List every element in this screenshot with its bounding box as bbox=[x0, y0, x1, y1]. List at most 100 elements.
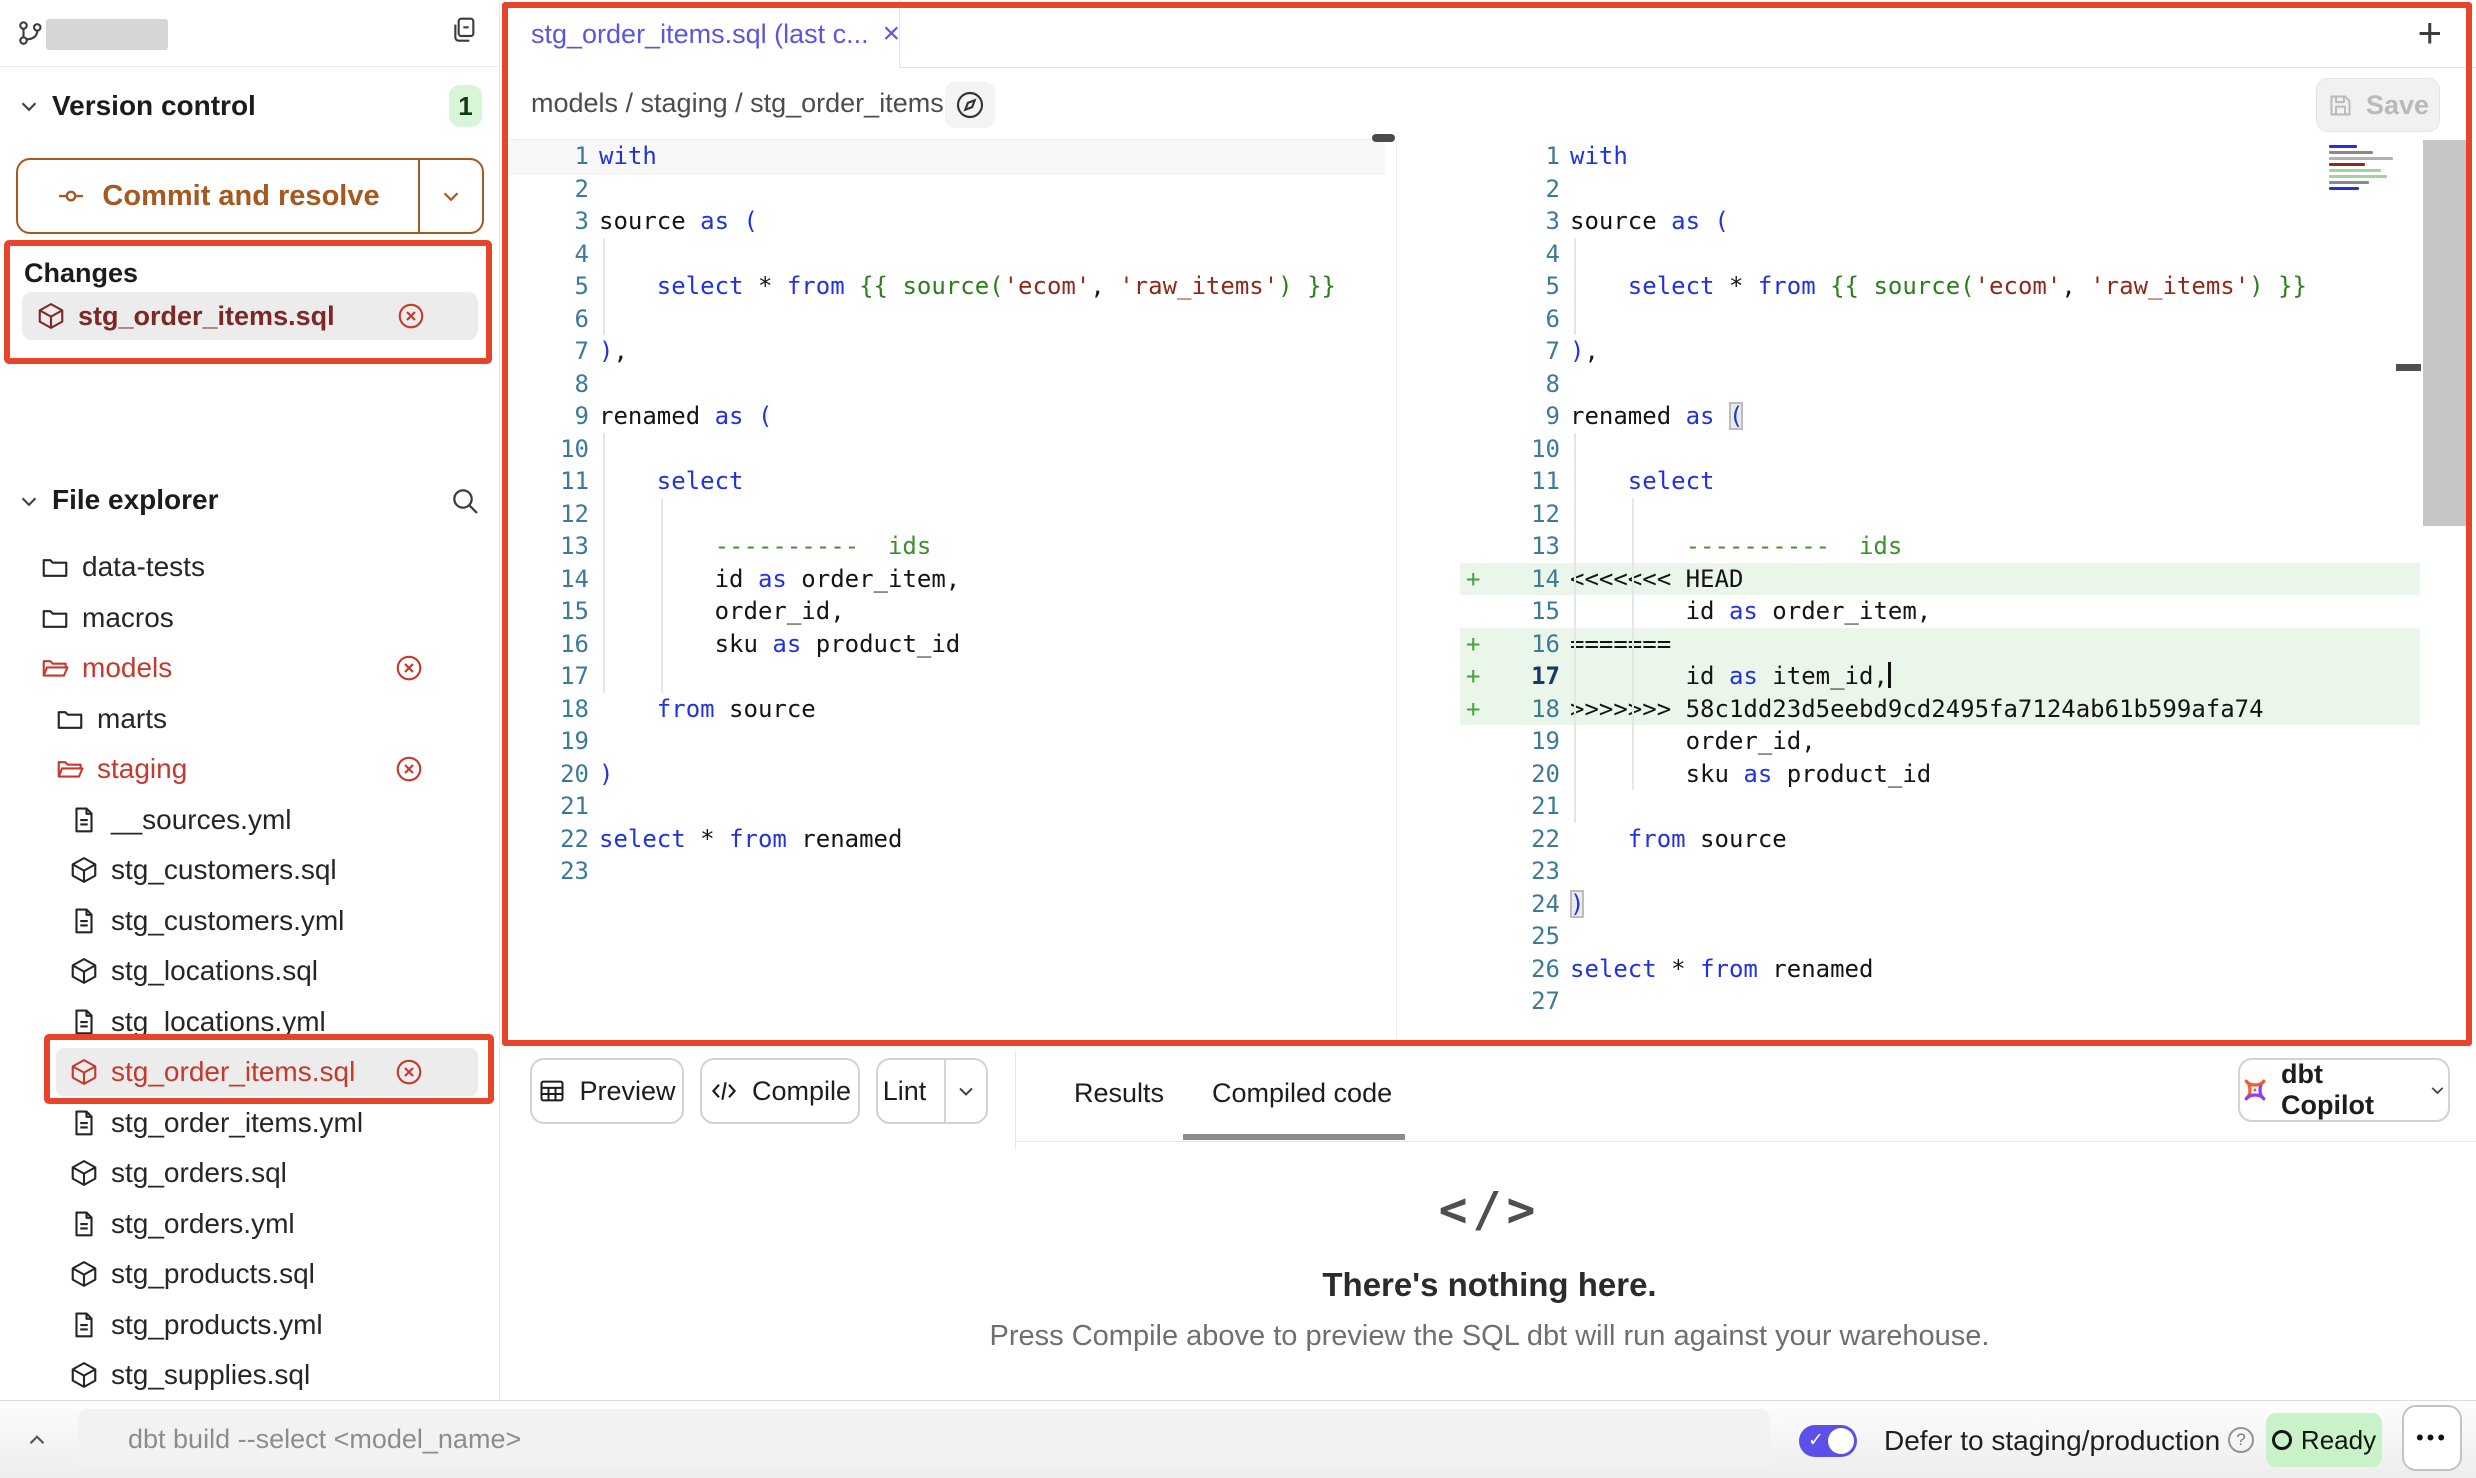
code-line[interactable]: 15 id as order_item, bbox=[1460, 595, 2420, 628]
tab-compiled-code[interactable]: Compiled code bbox=[1212, 1078, 1392, 1109]
minimap[interactable] bbox=[2329, 142, 2405, 204]
file-row-staging[interactable]: staging bbox=[0, 744, 499, 795]
code-line[interactable]: 17 bbox=[509, 660, 1385, 693]
file-row-stg-customers-yml[interactable]: stg_customers.yml bbox=[0, 896, 499, 947]
code-line[interactable]: 25 bbox=[1460, 920, 2420, 953]
file-row-stg-locations-yml[interactable]: stg_locations.yml bbox=[0, 997, 499, 1048]
code-pane-modified[interactable]: 1with 2 3source as ( 4 5 select * from {… bbox=[1460, 140, 2420, 1018]
code-line[interactable]: 21 bbox=[509, 790, 1385, 823]
code-line[interactable]: 10 bbox=[1460, 433, 2420, 466]
lineage-compass-icon[interactable] bbox=[945, 82, 995, 128]
commit-and-resolve-main[interactable]: Commit and resolve bbox=[18, 160, 418, 232]
code-line[interactable]: +17 id as item_id, bbox=[1460, 660, 2420, 693]
code-line[interactable]: 15 order_id, bbox=[509, 595, 1385, 628]
commit-options-dropdown[interactable] bbox=[418, 160, 482, 232]
dbt-copilot-button[interactable]: dbt Copilot bbox=[2238, 1058, 2450, 1122]
chevron-up-icon[interactable] bbox=[24, 1427, 50, 1453]
file-explorer-title[interactable]: File explorer bbox=[52, 484, 219, 516]
file-row-stg-locations-sql[interactable]: stg_locations.sql bbox=[0, 946, 499, 997]
file-row-stg-orders-yml[interactable]: stg_orders.yml bbox=[0, 1199, 499, 1250]
tab-results[interactable]: Results bbox=[1074, 1078, 1164, 1109]
code-line[interactable]: 8 bbox=[509, 368, 1385, 401]
defer-toggle[interactable]: ✓ bbox=[1799, 1425, 1857, 1457]
revert-change-icon[interactable] bbox=[396, 301, 426, 331]
chevron-down-icon[interactable] bbox=[16, 488, 42, 514]
code-line[interactable]: 12 bbox=[509, 498, 1385, 531]
code-line[interactable]: 10 bbox=[509, 433, 1385, 466]
code-line[interactable]: 5 select * from {{ source('ecom', 'raw_i… bbox=[1460, 270, 2420, 303]
revert-change-icon[interactable] bbox=[394, 653, 424, 683]
file-row-stg-products-yml[interactable]: stg_products.yml bbox=[0, 1300, 499, 1351]
code-line[interactable]: +16======= bbox=[1460, 628, 2420, 661]
code-line[interactable]: 19 order_id, bbox=[1460, 725, 2420, 758]
file-row-stg-supplies-sql[interactable]: stg_supplies.sql bbox=[0, 1350, 499, 1401]
ready-status-badge[interactable]: Ready bbox=[2266, 1413, 2382, 1467]
revert-change-icon[interactable] bbox=[394, 1057, 424, 1087]
code-line[interactable]: 13 ---------- ids bbox=[1460, 530, 2420, 563]
lint-label[interactable]: Lint bbox=[878, 1060, 931, 1122]
code-line[interactable]: 24) bbox=[1460, 888, 2420, 921]
file-row-models[interactable]: models bbox=[0, 643, 499, 694]
help-icon[interactable]: ? bbox=[2228, 1427, 2254, 1453]
file-row--sources-yml[interactable]: __sources.yml bbox=[0, 795, 499, 846]
file-row-data-tests[interactable]: data-tests bbox=[0, 542, 499, 593]
code-line[interactable]: +14<<<<<<< HEAD bbox=[1460, 563, 2420, 596]
file-row-macros[interactable]: macros bbox=[0, 593, 499, 644]
code-line[interactable]: 3source as ( bbox=[1460, 205, 2420, 238]
revert-change-icon[interactable] bbox=[394, 754, 424, 784]
code-line[interactable]: +18>>>>>>> 58c1dd23d5eebd9cd2495fa7124ab… bbox=[1460, 693, 2420, 726]
code-pane-original[interactable]: 1with23source as (45 select * from {{ so… bbox=[509, 140, 1385, 888]
code-line[interactable]: 27 bbox=[1460, 985, 2420, 1018]
right-pane-scrollbar[interactable] bbox=[2423, 140, 2469, 526]
code-line[interactable]: 4 bbox=[1460, 238, 2420, 271]
search-icon[interactable] bbox=[449, 485, 481, 517]
version-control-title[interactable]: Version control bbox=[52, 90, 256, 122]
code-line[interactable]: 23 bbox=[1460, 855, 2420, 888]
file-row-stg-order-items-yml[interactable]: stg_order_items.yml bbox=[0, 1098, 499, 1149]
code-line[interactable]: 3source as ( bbox=[509, 205, 1385, 238]
save-button[interactable]: Save bbox=[2316, 78, 2440, 132]
code-line[interactable]: 1with bbox=[509, 140, 1385, 173]
code-line[interactable]: 6 bbox=[509, 303, 1385, 336]
tab-stg-order-items[interactable]: stg_order_items.sql (last c... × bbox=[503, 0, 900, 68]
changed-file-row[interactable]: stg_order_items.sql bbox=[22, 292, 478, 340]
commit-and-resolve-button[interactable]: Commit and resolve bbox=[16, 158, 484, 234]
code-line[interactable]: 5 select * from {{ source('ecom', 'raw_i… bbox=[509, 270, 1385, 303]
code-line[interactable]: 9renamed as ( bbox=[1460, 400, 2420, 433]
code-line[interactable]: 13 ---------- ids bbox=[509, 530, 1385, 563]
copy-files-icon[interactable] bbox=[448, 14, 480, 46]
overflow-menu-button[interactable]: ••• bbox=[2402, 1405, 2462, 1471]
file-row-marts[interactable]: marts bbox=[0, 694, 499, 745]
file-row-stg-orders-sql[interactable]: stg_orders.sql bbox=[0, 1148, 499, 1199]
new-tab-button[interactable]: + bbox=[2417, 12, 2442, 54]
compile-button[interactable]: Compile bbox=[700, 1058, 860, 1124]
code-line[interactable]: 26select * from renamed bbox=[1460, 953, 2420, 986]
code-line[interactable]: 23 bbox=[509, 855, 1385, 888]
command-input[interactable]: dbt build --select <model_name> bbox=[78, 1409, 1770, 1469]
code-line[interactable]: 11 select bbox=[1460, 465, 2420, 498]
code-line[interactable]: 21 bbox=[1460, 790, 2420, 823]
code-line[interactable]: 6 bbox=[1460, 303, 2420, 336]
code-line[interactable]: 18 from source bbox=[509, 693, 1385, 726]
file-row-stg-order-items-sql[interactable]: stg_order_items.sql bbox=[0, 1047, 499, 1098]
code-line[interactable]: 20 sku as product_id bbox=[1460, 758, 2420, 791]
file-row-stg-products-sql[interactable]: stg_products.sql bbox=[0, 1249, 499, 1300]
code-line[interactable]: 2 bbox=[1460, 173, 2420, 206]
code-line[interactable]: 8 bbox=[1460, 368, 2420, 401]
close-tab-icon[interactable]: × bbox=[883, 19, 901, 49]
code-line[interactable]: 16 sku as product_id bbox=[509, 628, 1385, 661]
code-line[interactable]: 11 select bbox=[509, 465, 1385, 498]
lint-button[interactable]: Lint bbox=[876, 1058, 988, 1124]
code-line[interactable]: 19 bbox=[509, 725, 1385, 758]
code-line[interactable]: 2 bbox=[509, 173, 1385, 206]
file-row-stg-customers-sql[interactable]: stg_customers.sql bbox=[0, 845, 499, 896]
code-line[interactable]: 22select * from renamed bbox=[509, 823, 1385, 856]
preview-button[interactable]: Preview bbox=[530, 1058, 684, 1124]
left-pane-scrollbar[interactable] bbox=[1372, 134, 1395, 142]
code-line[interactable]: 9renamed as ( bbox=[509, 400, 1385, 433]
code-line[interactable]: 7), bbox=[509, 335, 1385, 368]
chevron-down-icon[interactable] bbox=[16, 93, 42, 119]
code-line[interactable]: 20) bbox=[509, 758, 1385, 791]
code-line[interactable]: 22 from source bbox=[1460, 823, 2420, 856]
code-line[interactable]: 1with bbox=[1460, 140, 2420, 173]
